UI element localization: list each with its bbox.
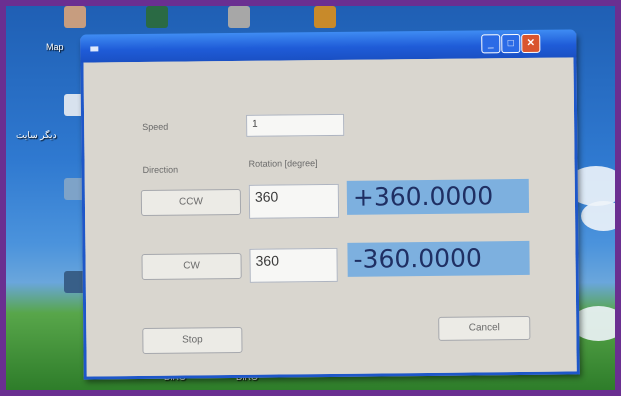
cw-button[interactable]: CW (141, 252, 242, 280)
ccw-position-readout: +360.0000 (346, 178, 530, 215)
window-icon (90, 46, 99, 52)
maximize-icon[interactable]: □ (501, 33, 521, 54)
cancel-button[interactable]: Cancel (438, 315, 531, 341)
close-icon[interactable]: ✕ (521, 33, 541, 53)
stop-button[interactable]: Stop (142, 326, 243, 354)
desktop-icon-label: دیگر سایت (16, 130, 57, 140)
speed-input[interactable]: 1 (246, 113, 345, 137)
desktop-app-icon[interactable] (146, 6, 168, 28)
cloud-shape (581, 201, 615, 231)
desktop-app-icon[interactable] (228, 6, 250, 28)
cw-position-readout: -360.0000 (347, 240, 530, 277)
desktop-app-icon[interactable] (64, 6, 86, 28)
desktop-app-icon[interactable] (314, 6, 336, 28)
desktop-photo: Map دیگر سایت DiRO DiRO _ □ ✕ Speed 1 Di… (6, 6, 615, 390)
speed-label: Speed (142, 121, 169, 132)
rotation-label: Rotation [degree] (248, 158, 318, 169)
ccw-degrees-input[interactable]: 360 (248, 183, 340, 219)
ccw-button[interactable]: CCW (140, 188, 242, 216)
dialog-window: _ □ ✕ Speed 1 Direction Rotation [degree… (80, 29, 580, 380)
desktop-icon-label: Map (46, 42, 64, 52)
cw-degrees-input[interactable]: 360 (249, 247, 338, 283)
minimize-icon[interactable]: _ (481, 34, 501, 54)
dialog-client-area: Speed 1 Direction Rotation [degree] CCW … (83, 57, 577, 377)
direction-label: Direction (142, 164, 179, 175)
